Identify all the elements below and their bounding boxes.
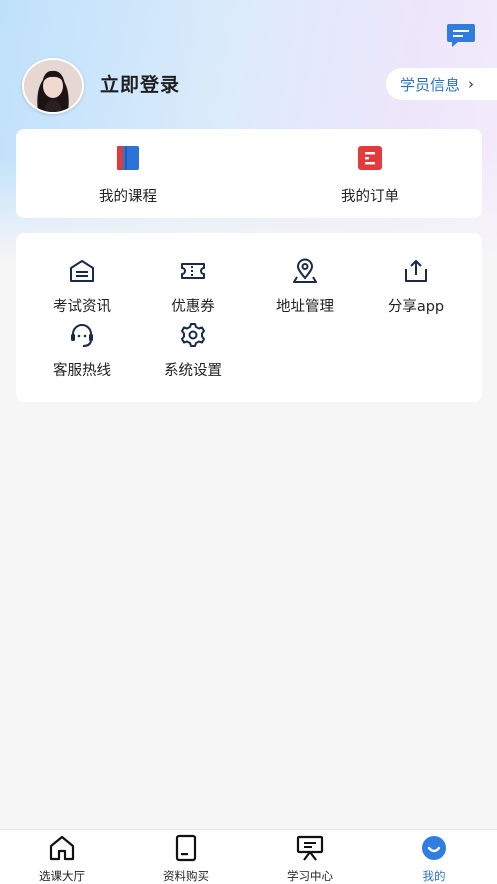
tab-learning-center[interactable]: 学习中心: [248, 834, 372, 884]
tab-learning-center-label: 学习中心: [287, 869, 333, 883]
tab-course-hall[interactable]: 选课大厅: [0, 834, 124, 884]
address-management-item[interactable]: 地址管理: [250, 257, 360, 316]
avatar-portrait: [24, 60, 82, 112]
home-icon: [49, 835, 75, 861]
tab-materials-purchase-label: 资料购买: [163, 869, 209, 883]
settings-icon: [181, 323, 205, 347]
student-info-label: 学员信息: [400, 75, 461, 94]
tab-mine[interactable]: 我的: [372, 834, 496, 884]
my-orders-link[interactable]: 我的订单: [300, 145, 440, 206]
tab-mine-label: 我的: [422, 869, 446, 883]
login-link[interactable]: 立即登录: [100, 70, 180, 97]
customer-service-icon: [71, 324, 93, 347]
exam-info-item[interactable]: 考试资讯: [27, 257, 137, 316]
my-courses-label: 我的课程: [99, 189, 157, 205]
customer-service-label: 客服热线: [53, 363, 111, 379]
share-app-label: 分享app: [387, 299, 445, 315]
customer-service-item[interactable]: 客服热线: [27, 321, 137, 380]
share-icon: [405, 260, 427, 282]
order-icon: [358, 146, 382, 170]
coupon-item[interactable]: 优惠券: [138, 257, 248, 316]
chevron-right-icon: ›: [468, 75, 475, 93]
coupon-icon: [181, 263, 205, 279]
tab-course-hall-label: 选课大厅: [39, 869, 85, 883]
chat-message-icon[interactable]: [446, 22, 476, 48]
my-orders-label: 我的订单: [341, 189, 399, 205]
address-management-label: 地址管理: [276, 299, 334, 315]
profile-icon: [422, 836, 446, 860]
student-info-button[interactable]: 学员信息 ›: [386, 68, 497, 100]
my-courses-link[interactable]: 我的课程: [58, 145, 198, 206]
share-app-item[interactable]: 分享app: [361, 257, 471, 316]
book-icon: [117, 146, 139, 170]
tab-materials-purchase[interactable]: 资料购买: [124, 834, 248, 884]
system-settings-item[interactable]: 系统设置: [138, 321, 248, 380]
system-settings-label: 系统设置: [164, 363, 222, 379]
location-icon: [293, 258, 317, 283]
avatar[interactable]: [22, 58, 84, 114]
quick-links-card: 我的课程 我的订单: [16, 129, 482, 218]
document-icon: [175, 834, 197, 862]
exam-info-icon: [70, 260, 94, 282]
bottom-tab-bar: 选课大厅 资料购买 学习中心 我的: [0, 829, 497, 884]
coupon-label: 优惠券: [171, 299, 215, 315]
exam-info-label: 考试资讯: [53, 299, 111, 315]
presentation-icon: [296, 835, 324, 861]
services-card: 考试资讯 优惠券 地址管理 分享app 客服热线 系统设置: [16, 233, 482, 402]
